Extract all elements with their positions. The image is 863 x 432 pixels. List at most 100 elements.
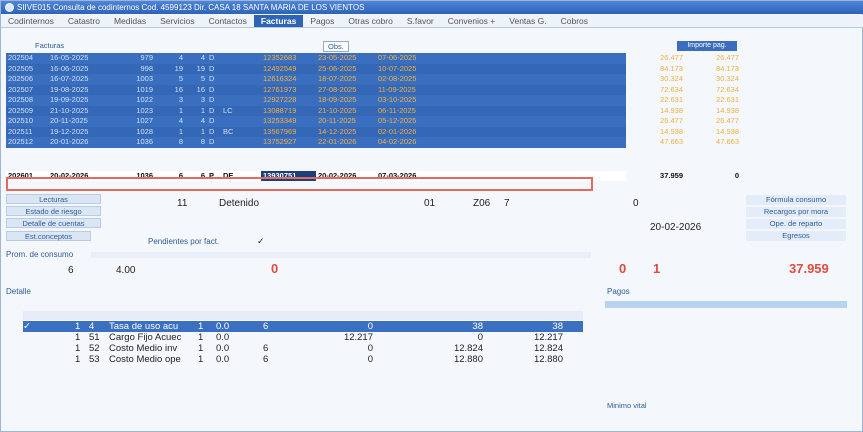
invoice-cell: 19-08-2025 (50, 84, 89, 94)
estado-riesgo-button[interactable]: Estado de riesgo (6, 206, 101, 216)
tab-otras-cobro[interactable]: Otras cobro (341, 15, 399, 27)
invoice-cell: 25-06-2025 (318, 63, 357, 73)
invoice-cell (221, 95, 241, 106)
invoice-row[interactable]: 202512 20-01-2026 1036 8 8 D 13752927 22-01-202… (6, 137, 739, 148)
invoice-row[interactable]: 202509 21-10-2025 1023 1 1 D LC 13088719 21-10-2… (6, 105, 739, 117)
invoice-row[interactable]: 202504 16-05-2025 979 4 4 D 12352683 23-05-2025… (6, 53, 739, 64)
ope-reparto-button[interactable]: Ope. de reparto (746, 219, 846, 229)
detail-cargo: 12.217 (343, 332, 373, 343)
invoice-amount: 26.477 (660, 116, 683, 125)
invoice-cell: 202507 (8, 84, 34, 94)
fecha-value: 20-02-2026 (650, 222, 702, 233)
egresos-button[interactable]: Egresos (746, 231, 846, 241)
invoice-cell: 4 (200, 53, 205, 62)
detail-factor: 0.0 (216, 343, 230, 354)
invoice-cell (241, 106, 261, 117)
invoice-cell: D (209, 63, 215, 73)
detail-total: 12.824 (533, 343, 563, 354)
detail-num1: 1 (75, 321, 81, 332)
invoice-cell: 06-11-2025 (378, 105, 416, 115)
detail-row[interactable]: 1 51 Cargo Fijo Acuec 1 0.0 12.217 0 12.217 (23, 332, 583, 343)
detail-num2: 4 (89, 321, 95, 332)
invoice-cell: 202505 (8, 63, 34, 73)
invoice-cell (241, 127, 261, 138)
formula-consumo-button[interactable]: Fórmula consumo (746, 195, 846, 205)
est-conceptos-button[interactable]: Est.conceptos (6, 231, 91, 241)
invoice-cell: 13088719 (263, 105, 297, 115)
invoice-cell: 5 (200, 74, 205, 83)
pendientes-label: Pendientes por fact. (148, 237, 220, 246)
invoice-row[interactable]: 202511 19-12-2025 1028 1 1 D BC 13567969 14-12-2… (6, 126, 739, 138)
detail-num1: 1 (75, 332, 81, 343)
detail-description: Costo Medio inv (109, 343, 178, 354)
invoice-cell: 202509 (8, 105, 34, 115)
invoice-row[interactable]: 202506 16-07-2025 1003 5 5 D 12616324 18-07-202… (6, 74, 739, 85)
invoice-paid-amount: 47.663 (716, 137, 739, 146)
invoice-cell: 13752927 (263, 137, 297, 146)
invoice-cell: D (209, 74, 215, 83)
tab-ventas[interactable]: Ventas G. (502, 15, 553, 27)
invoice-cell: 14-12-2025 (318, 126, 357, 136)
tab-cobros[interactable]: Cobros (554, 15, 595, 27)
app-window: SIIVE015 Consulta de codinternos Cod. 45… (0, 0, 863, 432)
pendientes-checkbox[interactable]: ✓ (257, 236, 265, 247)
recargos-mora-button[interactable]: Recargos por mora (746, 207, 846, 217)
detail-total: 12.217 (533, 332, 563, 343)
invoice-row[interactable]: 202507 19-08-2025 1019 16 16 D 12761973 27-08-2… (6, 84, 739, 95)
invoice-cell: 18-07-2025 (318, 74, 357, 83)
tab-convenios[interactable]: Convenios + (441, 15, 503, 27)
detalle-cuentas-button[interactable]: Detalle de cuentas (6, 218, 101, 228)
detail-factor: 0.0 (216, 354, 230, 365)
invoice-row[interactable]: 202505 16-06-2025 998 19 19 D 12492549 25-06-20… (6, 63, 739, 74)
invoice-row[interactable]: 202510 20-11-2025 1027 4 4 D 13253349 20-11-202… (6, 116, 739, 127)
app-icon (5, 3, 14, 12)
detail-row[interactable]: ✓ 1 4 Tasa de uso acu 1 0.0 6 0 38 38 (23, 321, 583, 332)
invoice-cell: D (209, 137, 215, 146)
title-bar: SIIVE015 Consulta de codinternos Cod. 45… (1, 1, 863, 14)
invoice-amount: 14.938 (660, 126, 683, 136)
tab-pagos[interactable]: Pagos (303, 15, 341, 27)
detail-row[interactable]: 1 52 Costo Medio inv 1 0.0 6 0 12.824 12.824 (23, 343, 583, 354)
detail-row[interactable]: 1 53 Costo Medio ope 1 0.0 6 0 12.880 12.880 (23, 354, 583, 365)
detail-qty: 1 (198, 321, 204, 332)
invoice-cell: 3 (200, 95, 205, 104)
tab-contactos[interactable]: Contactos (202, 15, 254, 27)
selected-row-highlight (6, 177, 593, 191)
lecturas-button[interactable]: Lecturas (6, 194, 101, 204)
invoice-row[interactable]: 202508 19-09-2025 1022 3 3 D 12927228 18-09-202… (6, 95, 739, 106)
detail-valor: 38 (472, 321, 483, 332)
detail-check[interactable]: ✓ (23, 321, 31, 332)
invoice-amount: 26.477 (660, 53, 683, 62)
prom-value-1: 6 (68, 265, 74, 276)
invoice-cell: 1019 (136, 84, 153, 94)
tab-catastro[interactable]: Catastro (61, 15, 107, 27)
invoice-cell: D (209, 95, 215, 104)
tab-medidas[interactable]: Medidas (107, 15, 153, 27)
red-value-b: 1 (653, 261, 661, 276)
detail-description: Costo Medio ope (109, 354, 181, 365)
invoice-cell: 03-10-2025 (378, 95, 417, 104)
invoice-cell: 10-07-2025 (378, 63, 417, 73)
tab-codinternos[interactable]: Codinternos (1, 15, 61, 27)
invoice-cell (221, 74, 241, 85)
tab-facturas[interactable]: Facturas (253, 15, 304, 27)
tab-sfavor[interactable]: S.favor (400, 15, 441, 27)
invoice-paid-amount: 14.938 (716, 126, 739, 136)
invoices-table: 202504 16-05-2025 979 4 4 D 12352683 23-05-2025… (6, 53, 739, 181)
invoice-cell: 1 (200, 105, 205, 115)
invoice-cell: 19 (196, 63, 205, 73)
detail-description: Cargo Fijo Acuec (109, 332, 182, 343)
invoice-cell: 1027 (136, 116, 153, 125)
detail-total: 12.880 (533, 354, 563, 365)
invoice-cell: 1022 (136, 95, 153, 104)
invoice-amount: 72.634 (660, 84, 683, 94)
invoice-cell: 16 (196, 84, 205, 94)
invoice-cell: 998 (140, 63, 153, 73)
invoice-cell: 1 (200, 126, 205, 136)
red-value-a: 0 (619, 261, 627, 276)
detalle-label: Detalle (6, 287, 31, 296)
invoice-cell: 3 (178, 95, 183, 104)
invoice-cell: 02-08-2025 (378, 74, 417, 83)
tab-servicios[interactable]: Servicios (153, 15, 201, 27)
invoice-cell: 05-12-2025 (378, 116, 417, 125)
